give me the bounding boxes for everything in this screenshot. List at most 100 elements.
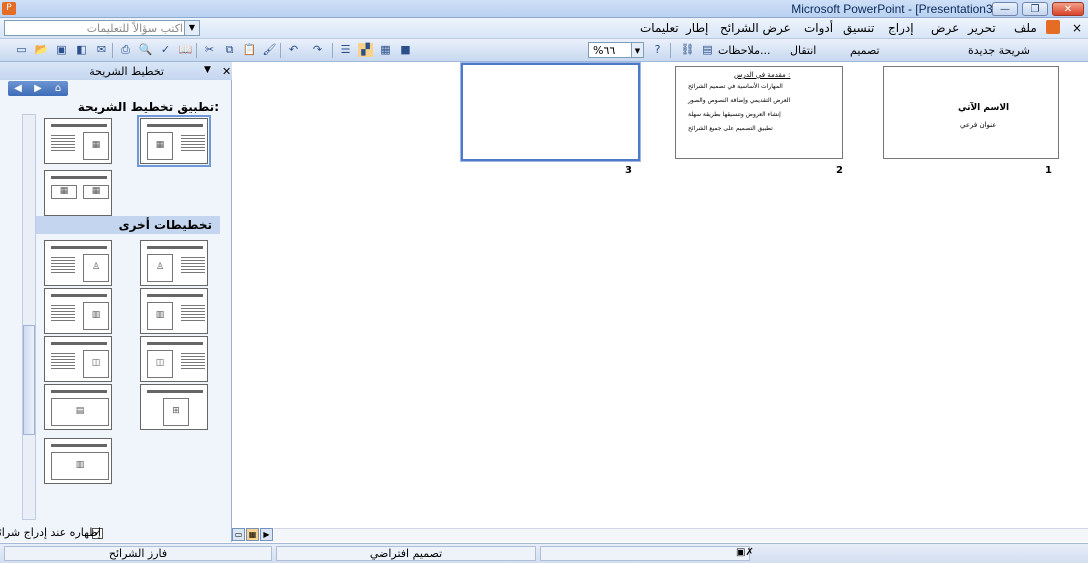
- chevron-down-icon[interactable]: ▼: [204, 65, 211, 75]
- slide-bullet: المهارات الأساسية في تصميم الشرائح: [688, 83, 783, 90]
- task-pane-scrollbar[interactable]: [22, 114, 36, 520]
- powerpoint-icon[interactable]: P: [2, 2, 16, 15]
- new-file-icon[interactable]: ▭: [14, 43, 29, 57]
- chevron-down-icon[interactable]: ▼: [632, 42, 644, 58]
- layout-chart[interactable]: ▥: [44, 438, 112, 484]
- status-empty: [540, 546, 750, 561]
- layout-clipart-text[interactable]: ♙: [44, 240, 112, 286]
- toolbar-separator: [196, 43, 197, 58]
- slide-number: 3: [625, 165, 632, 176]
- slideshow-icon[interactable]: ▶: [260, 528, 273, 541]
- menu-window[interactable]: إطار: [686, 21, 708, 35]
- toolbar-separator: [670, 43, 671, 58]
- menu-format[interactable]: تنسيق: [843, 21, 874, 35]
- menu-help[interactable]: تعليمات: [640, 21, 679, 35]
- notes-button[interactable]: ملاحظات...: [718, 44, 771, 57]
- chevron-down-icon[interactable]: ▼: [184, 21, 199, 35]
- normal-view-icon[interactable]: ▭: [232, 528, 245, 541]
- new-slide-button[interactable]: شريحة جديدة: [968, 44, 1030, 57]
- home-icon[interactable]: ⌂: [50, 82, 66, 95]
- hyperlink-icon[interactable]: ⛓: [680, 43, 695, 57]
- slide-thumbnail-2[interactable]: مقدمة في الدرس : المهارات الأساسية في تص…: [675, 66, 843, 159]
- paste-icon[interactable]: 📋: [242, 43, 257, 57]
- spellcheck-icon[interactable]: ▣✗: [736, 547, 754, 558]
- layout-four-content[interactable]: ▦ ▦: [44, 170, 112, 216]
- layout-chart-text[interactable]: ▥: [44, 288, 112, 334]
- slide-number: 1: [1045, 165, 1052, 176]
- grid-icon[interactable]: ▦: [378, 43, 393, 57]
- slide-number: 2: [836, 165, 843, 176]
- show-formatting-icon[interactable]: ▞: [358, 43, 373, 57]
- slide-thumbnail-1[interactable]: الاسم الآتي عنوان فرعي: [883, 66, 1059, 159]
- layout-text-content[interactable]: ▦: [44, 118, 112, 164]
- forward-icon[interactable]: ▶: [30, 82, 46, 95]
- slide-bullet: إنشاء العروض وتنسيقها بطريقة سهلة: [688, 111, 781, 118]
- menu-slideshow[interactable]: عرض الشرائح: [720, 21, 791, 35]
- undo-icon[interactable]: ↶: [286, 43, 301, 57]
- toolbar-separator: [280, 43, 281, 58]
- other-layouts-header: تخطيطات أخرى: [36, 216, 220, 234]
- show-on-insert-label: إظهاره عند إدراج شرائح جديدة: [0, 526, 101, 539]
- layout-text-clipart[interactable]: ♙: [140, 240, 208, 286]
- task-pane-header: تخطيط الشريحة ▼ ✕: [0, 62, 232, 80]
- status-view: فارز الشرائح: [4, 546, 272, 561]
- slide-bullet: تطبيق التصميم على جميع الشرائح: [688, 125, 773, 132]
- slide-thumbnail-3[interactable]: [460, 62, 641, 162]
- print-icon[interactable]: ⎙: [118, 43, 133, 57]
- zoom-field[interactable]: %٦٦: [588, 42, 632, 58]
- spelling-icon[interactable]: ✓: [158, 43, 173, 57]
- close-button[interactable]: ✕: [1052, 2, 1084, 16]
- minimize-button[interactable]: —: [992, 2, 1018, 16]
- toolbar-separator: [112, 43, 113, 58]
- layout-media-text[interactable]: ◫: [44, 336, 112, 382]
- research-icon[interactable]: 📖: [178, 43, 193, 57]
- copy-icon[interactable]: ⧉: [222, 43, 237, 57]
- email-icon[interactable]: ✉: [94, 43, 109, 57]
- slide-title: الاسم الآتي: [958, 103, 1010, 113]
- cut-icon[interactable]: ✂: [202, 43, 217, 57]
- redo-icon[interactable]: ↷: [310, 43, 325, 57]
- layout-table[interactable]: ▤: [44, 384, 112, 430]
- help-search-box[interactable]: اكتب سؤالاً للتعليمات ▼: [4, 20, 200, 36]
- toolbar-separator: [332, 43, 333, 58]
- close-document-icon[interactable]: ×: [1072, 21, 1082, 35]
- layout-text-media[interactable]: ◫: [140, 336, 208, 382]
- layout-title-content[interactable]: ▦: [137, 115, 211, 167]
- color-grayscale-icon[interactable]: ■: [398, 43, 413, 57]
- other-layouts-heading: تخطيطات أخرى: [118, 218, 212, 232]
- menu-tools[interactable]: أدوات: [804, 21, 833, 35]
- back-icon[interactable]: ◀: [10, 82, 26, 95]
- layout-text-chart[interactable]: ▥: [140, 288, 208, 334]
- status-bar: فارز الشرائح تصميم افتراضي ▣✗: [0, 543, 1088, 563]
- slide-bullet: العرض التقديمي وإضافة النصوص والصور: [688, 97, 791, 104]
- horizontal-scrollbar[interactable]: [274, 528, 1088, 542]
- document-icon[interactable]: [1046, 20, 1060, 34]
- window-title: Microsoft PowerPoint - [Presentation3]: [791, 2, 996, 16]
- table-icon[interactable]: ▤: [700, 43, 715, 57]
- apply-layout-heading: تطبيق تخطيط الشريحة:: [77, 100, 219, 114]
- permission-icon[interactable]: ◧: [74, 43, 89, 57]
- menu-bar: اكتب سؤالاً للتعليمات ▼ تعليمات إطار عرض…: [0, 18, 1088, 39]
- slide-layout-pane: تخطيط الشريحة ▼ ✕ ◀ ▶ ⌂ تطبيق تخطيط الشر…: [0, 62, 232, 542]
- close-icon[interactable]: ✕: [222, 65, 231, 78]
- slide-subtitle: عنوان فرعي: [960, 121, 997, 129]
- help-search-input[interactable]: اكتب سؤالاً للتعليمات: [87, 22, 183, 35]
- menu-insert[interactable]: إدراج: [888, 21, 914, 35]
- save-icon[interactable]: ▣: [54, 43, 69, 57]
- print-preview-icon[interactable]: 🔍: [138, 43, 153, 57]
- scrollbar-thumb[interactable]: [23, 325, 35, 435]
- task-pane-title: تخطيط الشريحة: [89, 65, 164, 78]
- transition-button[interactable]: انتقال: [790, 44, 816, 57]
- open-folder-icon[interactable]: 📂: [34, 43, 49, 57]
- help-icon[interactable]: ?: [650, 43, 665, 57]
- menu-view[interactable]: عرض: [931, 21, 959, 35]
- slide-sorter-icon[interactable]: ▦: [246, 528, 259, 541]
- restore-button[interactable]: ❐: [1022, 2, 1048, 16]
- menu-edit[interactable]: تحرير: [968, 21, 996, 35]
- menu-file[interactable]: ملف: [1014, 21, 1037, 35]
- layout-org-chart[interactable]: ⊞: [140, 384, 208, 430]
- task-pane-nav: ◀ ▶ ⌂: [8, 81, 68, 96]
- design-button[interactable]: تصميم: [850, 44, 880, 57]
- format-painter-icon[interactable]: 🖌: [262, 43, 277, 57]
- expand-icon[interactable]: ☰: [338, 43, 353, 57]
